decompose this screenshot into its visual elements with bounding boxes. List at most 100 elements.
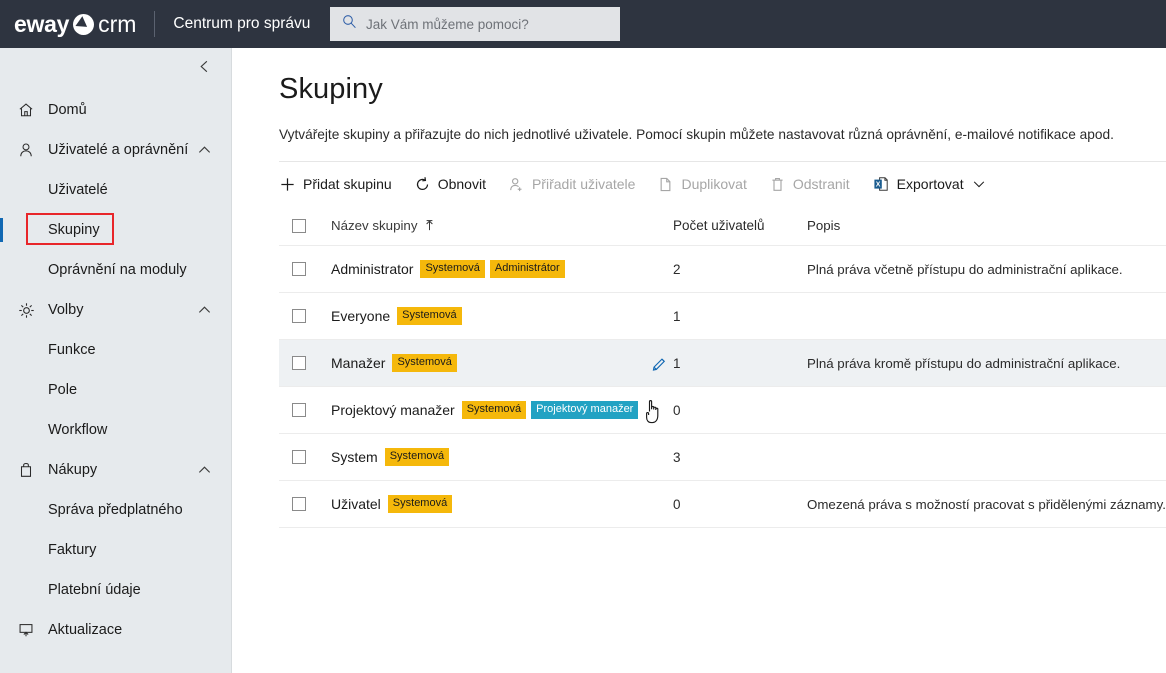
column-header-label: Popis — [807, 218, 841, 233]
table-row[interactable]: Manažer Systemová 1 Plná práva kromě pří… — [279, 340, 1166, 387]
duplicate-button[interactable]: Duplikovat — [657, 168, 747, 200]
column-header-label: Název skupiny — [331, 218, 418, 233]
logo-text-eway: eway — [14, 10, 70, 37]
table-row[interactable]: Projektový manažer Systemová Projektový … — [279, 387, 1166, 434]
command-toolbar: Přidat skupinu Obnovit Přiřadit uživatel… — [279, 162, 1166, 206]
row-checkbox[interactable] — [292, 309, 306, 323]
topbar-divider — [154, 11, 156, 37]
row-select-cell[interactable] — [279, 450, 331, 464]
select-all-checkbox[interactable] — [292, 218, 306, 233]
gear-icon — [14, 301, 38, 320]
copy-icon — [657, 176, 674, 193]
app-title: Centrum pro správu — [173, 15, 311, 32]
row-checkbox[interactable] — [292, 450, 306, 464]
toolbar-label: Přiřadit uživatele — [531, 176, 636, 192]
sidebar-item-uzivatele-a-opravneni[interactable]: Uživatelé a oprávnění — [0, 130, 232, 170]
sidebar-item-domu[interactable]: Domů — [0, 90, 232, 130]
table-row[interactable]: System Systemová 3 — [279, 434, 1166, 481]
sidebar-item-faktury[interactable]: Faktury — [0, 530, 232, 570]
sidebar-item-opravneni-na-moduly[interactable]: Oprávnění na moduly — [0, 250, 232, 290]
eway-circle-arrow-icon — [73, 13, 95, 35]
user-count-cell: 1 — [673, 308, 681, 324]
sidebar-item-label: Uživatelé — [48, 182, 108, 198]
status-badge: Systemová — [420, 260, 485, 278]
chevron-down-icon[interactable] — [972, 177, 986, 191]
user-count-value: 1 — [673, 355, 681, 371]
refresh-button[interactable]: Obnovit — [414, 168, 486, 200]
sidebar-item-uzivatele[interactable]: Uživatelé — [0, 170, 232, 210]
row-select-cell[interactable] — [279, 497, 331, 511]
row-checkbox[interactable] — [292, 262, 306, 276]
status-badge: Systemová — [461, 401, 527, 419]
select-all-cell[interactable] — [279, 218, 331, 233]
assign-users-button[interactable]: Přiřadit uživatele — [508, 168, 636, 200]
app-logo[interactable]: eway crm — [14, 11, 136, 38]
sidebar-item-funkce[interactable]: Funkce — [0, 330, 232, 370]
group-name-cell: Uživatel Systemová — [331, 495, 673, 513]
chevron-up-icon[interactable] — [197, 143, 212, 158]
user-count-cell: 3 — [673, 449, 681, 465]
table-row[interactable]: Everyone Systemová 1 — [279, 293, 1166, 340]
status-badge: Administrátor — [489, 260, 565, 278]
sidebar-item-skupiny[interactable]: Skupiny — [0, 210, 232, 250]
search-icon — [342, 14, 357, 34]
group-name-cell: Manažer Systemová — [331, 354, 673, 372]
sidebar: Domů Uživatelé a oprávnění Uživatelé Sku… — [0, 48, 232, 673]
excel-export-icon: X — [872, 175, 890, 193]
row-checkbox[interactable] — [292, 403, 306, 417]
sidebar-item-nakupy[interactable]: Nákupy — [0, 450, 232, 490]
plus-icon — [279, 176, 296, 193]
sidebar-item-platebni-udaje[interactable]: Platební údaje — [0, 570, 232, 610]
groups-table: Název skupiny Počet uživatelů Popis Admi… — [279, 206, 1166, 528]
sidebar-collapse-button[interactable] — [189, 54, 219, 84]
toolbar-label: Přidat skupinu — [303, 176, 392, 192]
user-count-cell: 1 — [652, 355, 807, 371]
add-group-button[interactable]: Přidat skupinu — [279, 168, 392, 200]
row-select-cell[interactable] — [279, 262, 331, 276]
chevron-left-icon — [197, 59, 212, 79]
sidebar-item-workflow[interactable]: Workflow — [0, 410, 232, 450]
column-header-count[interactable]: Počet uživatelů — [673, 218, 807, 233]
row-select-cell[interactable] — [279, 309, 331, 323]
sidebar-item-aktualizace[interactable]: Aktualizace — [0, 610, 232, 650]
toolbar-label: Exportovat — [896, 176, 964, 192]
delete-button[interactable]: Odstranit — [769, 168, 850, 200]
row-select-cell[interactable] — [279, 403, 331, 417]
row-select-cell[interactable] — [279, 356, 331, 370]
sidebar-item-pole[interactable]: Pole — [0, 370, 232, 410]
chevron-up-icon[interactable] — [197, 303, 212, 318]
user-count-cell: 0 — [673, 402, 681, 418]
sidebar-item-label: Workflow — [48, 422, 108, 438]
pencil-edit-icon[interactable] — [651, 355, 668, 372]
row-checkbox[interactable] — [292, 356, 306, 370]
chevron-up-icon[interactable] — [197, 463, 212, 478]
page-description: Vytvářejte skupiny a přiřazujte do nich … — [279, 127, 1114, 142]
monitor-update-icon — [14, 621, 38, 639]
group-name: Everyone — [331, 308, 391, 324]
sidebar-item-sprava-predplatneho[interactable]: Správa předplatného — [0, 490, 232, 530]
sidebar-item-label: Pole — [48, 382, 78, 398]
global-search[interactable] — [330, 7, 620, 41]
sidebar-item-label: Funkce — [48, 342, 96, 358]
table-row[interactable]: Uživatel Systemová 0 Omezená práva s mož… — [279, 481, 1166, 528]
column-header-label: Počet uživatelů — [673, 218, 765, 233]
table-row[interactable]: Administrator Systemová Administrátor 2 … — [279, 246, 1166, 293]
sort-ascending-icon[interactable] — [423, 219, 436, 232]
sidebar-item-label: Platební údaje — [48, 582, 141, 598]
group-name: Projektový manažer — [331, 402, 455, 418]
sidebar-item-label: Nákupy — [48, 462, 98, 478]
status-badge: Projektový manažer — [531, 401, 639, 419]
add-user-icon — [508, 176, 525, 193]
export-button[interactable]: X Exportovat — [872, 168, 986, 200]
page-title: Skupiny — [279, 73, 383, 105]
sidebar-item-volby[interactable]: Volby — [0, 290, 232, 330]
row-checkbox[interactable] — [292, 497, 306, 511]
selection-marker — [0, 218, 3, 242]
description-cell: Plná práva včetně přístupu do administra… — [807, 261, 1123, 277]
column-header-desc[interactable]: Popis — [807, 218, 1166, 233]
trash-icon — [769, 176, 786, 193]
group-name-cell: System Systemová — [331, 448, 673, 466]
user-count-cell: 2 — [673, 261, 681, 277]
search-input[interactable] — [366, 16, 596, 32]
column-header-name[interactable]: Název skupiny — [331, 218, 673, 233]
